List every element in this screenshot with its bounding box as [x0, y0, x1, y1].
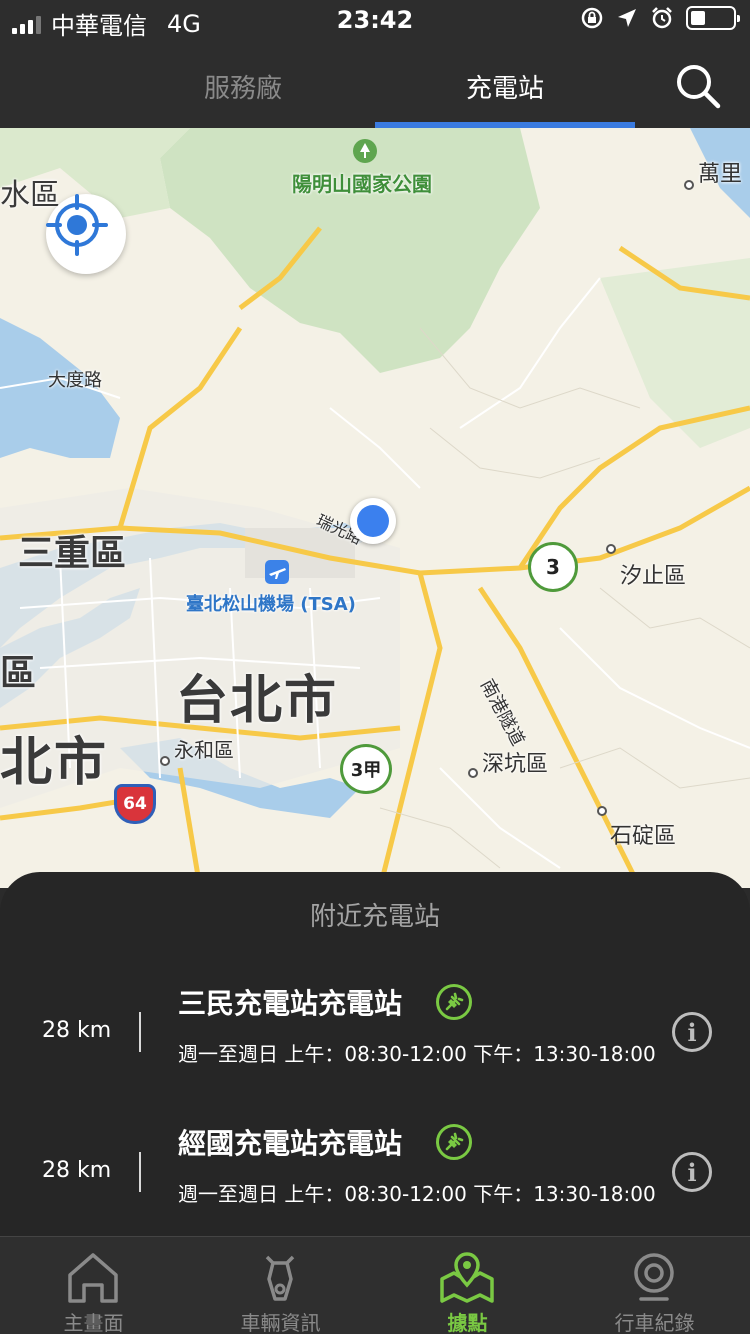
status-bar: 中華電信 4G 23:42	[0, 0, 750, 44]
town-marker-xizhi	[606, 544, 616, 554]
park-icon	[353, 139, 377, 163]
station-name: 三民充電站充電站	[178, 987, 403, 1020]
battery-level	[691, 11, 705, 25]
map-label-yonghe: 永和區	[174, 738, 234, 762]
town-marker-shenkeng	[468, 768, 478, 778]
charging-plug-icon	[436, 1124, 472, 1160]
map-label-taipei-city: 台北市	[176, 671, 339, 731]
station-item[interactable]: 28 km 三民充電站充電站 週一至週日 上午：08:30-12:00 下午：1…	[0, 976, 750, 1096]
charging-plug-icon	[436, 984, 472, 1020]
sheet-title: 附近充電站	[309, 902, 440, 932]
national-park-area	[160, 128, 540, 373]
tab-home[interactable]: 主畫面	[0, 1237, 187, 1334]
map-label-yangmingshan: 陽明山國家公園	[292, 172, 432, 196]
town-marker-wanli	[684, 180, 694, 190]
map-label-songshan-airport: 臺北松山機場 (TSA)	[186, 594, 356, 615]
map-label-wanli: 萬里	[698, 162, 743, 187]
locate-me-button[interactable]	[46, 194, 126, 274]
airport-icon	[265, 560, 289, 584]
bottom-tab-bar: 主畫面 車輛資訊 據點 行車紀錄	[0, 1236, 750, 1334]
tab-trip-records[interactable]: 行車紀錄	[561, 1237, 748, 1334]
station-distance: 28 km	[42, 1158, 112, 1183]
camera-icon	[634, 1253, 674, 1301]
battery-icon	[686, 6, 740, 30]
info-icon[interactable]: i	[672, 1012, 712, 1052]
route-shield-3: 3	[528, 542, 578, 592]
map-label-xizhi: 汐止區	[620, 564, 687, 589]
scooter-icon	[265, 1255, 295, 1301]
screen-lock-icon	[581, 7, 603, 29]
tab-charging-station[interactable]: 充電站	[466, 68, 544, 105]
header: 服務廠 充電站	[0, 44, 750, 128]
town-marker-yonghe	[160, 756, 170, 766]
tab-label: 行車紀錄	[614, 1311, 695, 1334]
map-label-shiding: 石碇區	[610, 824, 677, 849]
tab-locations[interactable]: 據點	[374, 1237, 561, 1334]
route-shield-64: 64	[114, 784, 156, 824]
map-label-shenkeng: 深坑區	[482, 752, 549, 777]
tab-label: 車輛資訊	[240, 1311, 321, 1334]
search-icon[interactable]	[672, 60, 724, 112]
station-divider	[139, 1152, 141, 1192]
town-marker-shiding	[597, 806, 607, 816]
tab-label: 據點	[447, 1311, 488, 1334]
map-label-new-taipei-partial: 北市	[0, 733, 109, 793]
nearby-stations-sheet[interactable]: 附近充電站 28 km 三民充電站充電站 週一至週日 上午：08:30-12:0…	[0, 872, 750, 1236]
station-distance: 28 km	[42, 1018, 112, 1043]
map-label-sanchong: 三重區	[18, 533, 127, 574]
station-hours: 週一至週日 上午：08:30-12:00 下午：13:30-18:00	[178, 1182, 656, 1206]
tab-label: 主畫面	[63, 1311, 124, 1334]
station-hours: 週一至週日 上午：08:30-12:00 下午：13:30-18:00	[178, 1042, 656, 1066]
status-right	[580, 6, 740, 30]
tab-service-center[interactable]: 服務廠	[204, 68, 282, 105]
route-shield-3a: 3甲	[340, 744, 392, 794]
map-view[interactable]: 水區 陽明山國家公園 萬里 大度路 三重區 瑞光路 臺北松山機場 (TSA) 汐…	[0, 128, 750, 888]
alarm-icon	[652, 7, 672, 29]
info-icon[interactable]: i	[672, 1152, 712, 1192]
station-item[interactable]: 28 km 經國充電站充電站 週一至週日 上午：08:30-12:00 下午：1…	[0, 1116, 750, 1236]
crosshair-icon	[46, 194, 108, 256]
map-label-dadu-road: 大度路	[48, 370, 102, 391]
map-label-district-partial: 區	[0, 653, 37, 694]
tab-vehicle-info[interactable]: 車輛資訊	[187, 1237, 374, 1334]
station-name: 經國充電站充電站	[178, 1127, 403, 1160]
map-pin-icon	[440, 1252, 494, 1303]
location-arrow-icon	[618, 9, 636, 27]
station-divider	[139, 1012, 141, 1052]
home-icon	[68, 1253, 118, 1303]
user-location-dot	[350, 498, 396, 544]
